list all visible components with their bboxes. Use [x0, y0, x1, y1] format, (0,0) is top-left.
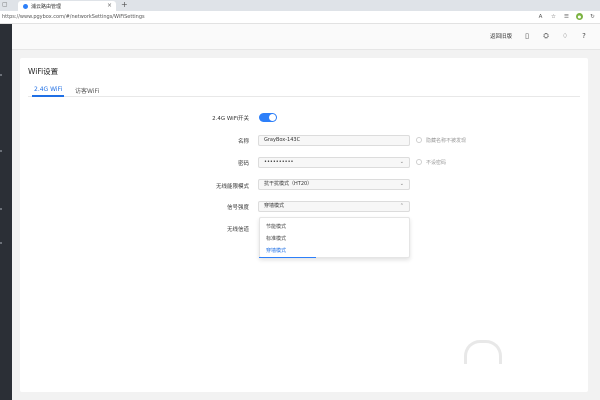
- browser-tab[interactable]: 浦云路由管理 ×: [18, 1, 116, 11]
- favorite-icon[interactable]: ☆: [550, 13, 557, 20]
- wireless-mode-select[interactable]: 抗干扰模式（HT20） ⌄: [258, 179, 410, 190]
- refresh-icon[interactable]: ↻: [589, 13, 596, 20]
- favorites-bar-icon[interactable]: ☰: [563, 13, 570, 20]
- url-field[interactable]: https://www.pgybox.com/#/networkSettings…: [2, 14, 145, 20]
- nav-item-marker[interactable]: [0, 150, 2, 152]
- no-password-checkbox[interactable]: [416, 159, 422, 165]
- no-password-label: 不设密码: [426, 160, 447, 166]
- header-actions: 返回旧版 ▯ ⛭ ♢ ?: [490, 32, 588, 41]
- browser-tab-bar: ▢ 浦云路由管理 × +: [0, 0, 600, 11]
- nav-item-marker[interactable]: [0, 74, 2, 76]
- bell-icon[interactable]: ♢: [561, 32, 569, 40]
- app-header: 返回旧版 ▯ ⛭ ♢ ?: [12, 24, 600, 50]
- tab-actions-icon[interactable]: ▢: [2, 1, 8, 8]
- dropdown-scroll-indicator: [259, 257, 316, 258]
- option-power-saving[interactable]: 节能模式: [266, 223, 286, 230]
- wifi-name-input[interactable]: GrayBox-143C: [258, 135, 410, 146]
- watermark-subtitle: luyouqi.com: [513, 363, 569, 373]
- back-to-old-version-link[interactable]: 返回旧版: [490, 32, 512, 40]
- tab-2g-wifi[interactable]: 2.4G WiFi: [34, 86, 62, 93]
- nav-item-marker[interactable]: [0, 242, 2, 244]
- hide-name-label: 隐藏名称不被发现: [426, 138, 467, 144]
- new-tab-button[interactable]: +: [121, 0, 128, 9]
- signal-strength-select[interactable]: 穿墙模式 ⌃: [258, 201, 410, 212]
- wireless-channel-label: 无线信道: [226, 227, 249, 233]
- favicon-icon: [23, 3, 28, 9]
- nav-item-marker[interactable]: [0, 208, 2, 210]
- tab-title: 浦云路由管理: [31, 3, 62, 10]
- side-nav: [0, 24, 12, 400]
- toggle-knob: [269, 114, 276, 121]
- watermark-title: 路由器: [511, 338, 577, 362]
- option-standard[interactable]: 标准模式: [266, 235, 286, 242]
- chevron-up-icon: ⌃: [399, 203, 404, 209]
- watermark-logo-icon: [456, 325, 510, 379]
- wifi-switch-label: 2.4G WiFi开关: [212, 116, 249, 122]
- text-size-icon[interactable]: A: [537, 13, 544, 20]
- browser-toolbar: A ☆ ☰ ● ↻: [537, 13, 596, 20]
- address-bar: https://www.pgybox.com/#/networkSettings…: [0, 11, 600, 24]
- page-title: WiFi设置: [28, 67, 59, 76]
- wifi-switch-toggle[interactable]: [259, 113, 277, 122]
- user-icon[interactable]: ⛭: [542, 32, 550, 40]
- name-label: 名称: [237, 139, 249, 145]
- signal-strength-value: 穿墙模式: [264, 203, 285, 209]
- settings-tabs: 2.4G WiFi 访客WiFi: [28, 83, 580, 97]
- chevron-down-icon[interactable]: ⌄: [400, 158, 404, 167]
- mobile-icon[interactable]: ▯: [523, 32, 531, 40]
- router-icon: [464, 340, 502, 364]
- tab-guest-wifi[interactable]: 访客WiFi: [75, 86, 99, 95]
- signal-strength-dropdown: 节能模式 标准模式 穿墙模式: [259, 217, 410, 258]
- help-icon[interactable]: ?: [580, 32, 588, 40]
- active-tab-indicator: [32, 95, 64, 97]
- chevron-down-icon: ⌄: [399, 181, 404, 187]
- option-wall-penetration[interactable]: 穿墙模式: [266, 247, 286, 254]
- signal-strength-label: 信号强度: [226, 205, 249, 211]
- password-label: 密码: [237, 161, 249, 167]
- password-value: ••••••••••: [264, 159, 294, 165]
- wireless-mode-value: 抗干扰模式（HT20）: [264, 181, 313, 187]
- close-tab-icon[interactable]: ×: [107, 2, 112, 9]
- hide-name-checkbox[interactable]: [416, 137, 422, 143]
- password-input[interactable]: •••••••••• ⌄: [258, 157, 410, 168]
- extension-icon[interactable]: ●: [576, 13, 583, 20]
- wireless-mode-label: 无线能限模式: [215, 184, 249, 190]
